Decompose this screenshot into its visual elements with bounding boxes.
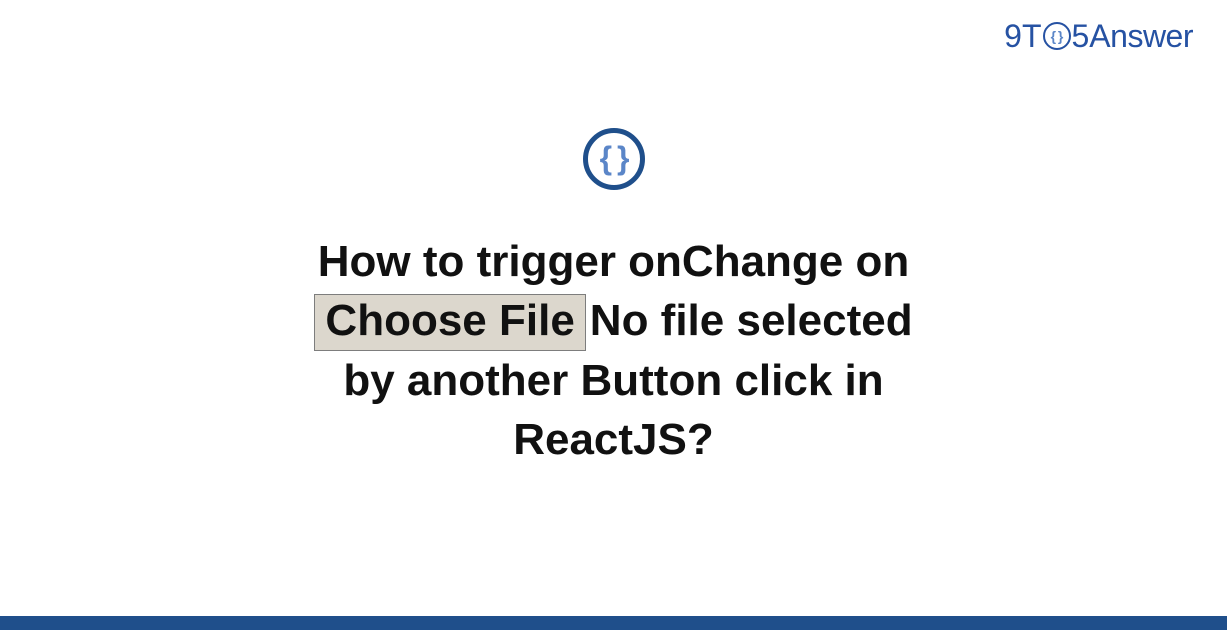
- choose-file-button[interactable]: Choose File: [314, 294, 585, 350]
- question-line-1: How to trigger onChange on: [314, 232, 912, 291]
- file-input-control: Choose FileNo file selected: [314, 291, 912, 350]
- file-status-text: No file selected: [590, 291, 913, 350]
- footer-accent-bar: [0, 616, 1227, 630]
- question-line-4: ReactJS?: [314, 410, 912, 469]
- question-title: How to trigger onChange on Choose FileNo…: [314, 232, 912, 470]
- braces-glyph: { }: [600, 142, 628, 174]
- brand-t: T: [1022, 18, 1042, 55]
- brand-five: 5: [1072, 18, 1090, 55]
- brand-logo: 9T { } 5Answer: [1004, 18, 1193, 55]
- question-line-3: by another Button click in: [314, 351, 912, 410]
- braces-icon: { }: [583, 128, 645, 190]
- brand-nine: 9: [1004, 18, 1022, 55]
- question-line-2: Choose FileNo file selected: [314, 291, 912, 350]
- braces-glyph-small: { }: [1051, 29, 1063, 43]
- brand-answer: Answer: [1089, 18, 1193, 55]
- main-content: { } How to trigger onChange on Choose Fi…: [0, 128, 1227, 470]
- braces-icon-small: { }: [1043, 22, 1071, 50]
